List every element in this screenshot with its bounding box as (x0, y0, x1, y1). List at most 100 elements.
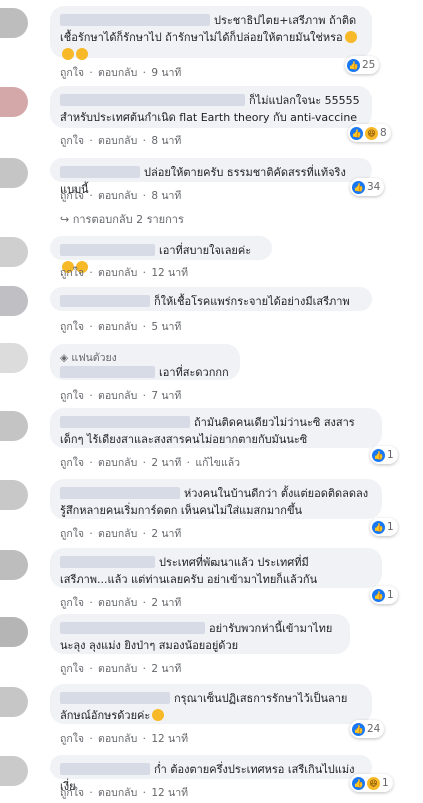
comment-bubble: ถ้ามันติดคนเดียวไม่ว่านะซิ สงสารเด็กๆ ไร… (50, 408, 382, 448)
like-link[interactable]: ถูกใจ (60, 390, 84, 402)
edited-label[interactable]: แก้ไขแล้ว (195, 457, 240, 469)
avatar[interactable] (0, 286, 28, 316)
reaction-count[interactable]: 👍 25 (345, 56, 380, 74)
redacted-username (60, 763, 150, 775)
avatar[interactable] (0, 687, 28, 717)
comment-bubble: ปล่อยให้ตายครับ ธรรมชาติคัดสรรที่แท้จริง… (50, 158, 372, 196)
reaction-count[interactable]: 👍 😆 1 (350, 774, 393, 792)
reply-link[interactable]: ตอบกลับ (98, 321, 137, 333)
reply-link[interactable]: ตอบกลับ (98, 733, 137, 745)
view-replies-link[interactable]: ↪ การตอบกลับ 2 รายการ (60, 210, 184, 228)
reply-link[interactable]: ตอบกลับ (98, 190, 137, 202)
timestamp[interactable]: 8 นาที (151, 135, 181, 147)
like-link[interactable]: ถูกใจ (60, 135, 84, 147)
like-reaction-icon: 👍 (372, 520, 385, 534)
haha-reaction-icon: 😆 (365, 126, 378, 140)
redacted-username (60, 487, 180, 499)
timestamp[interactable]: 9 นาที (151, 67, 181, 79)
reply-link[interactable]: ตอบกลับ (98, 135, 137, 147)
timestamp[interactable]: 12 นาที (151, 267, 188, 279)
comment-actions: ถูกใจ · ตอบกลับ · 2 นาที (60, 528, 182, 540)
avatar[interactable] (0, 343, 28, 373)
like-link[interactable]: ถูกใจ (60, 597, 84, 609)
emoji-icon (76, 48, 88, 60)
timestamp[interactable]: 2 นาที (151, 663, 181, 675)
like-link[interactable]: ถูกใจ (60, 267, 84, 279)
like-reaction-icon: 👍 (350, 126, 363, 140)
avatar[interactable] (0, 87, 28, 117)
like-reaction-icon: 👍 (352, 776, 365, 790)
comment-actions: ถูกใจ · ตอบกลับ · 7 นาที (60, 390, 182, 402)
timestamp[interactable]: 7 นาที (151, 390, 181, 402)
avatar[interactable] (0, 411, 28, 441)
comment-bubble: ก็ให้เชื้อโรคแพร่กระจายได้อย่างมีเสรีภาพ (50, 287, 372, 311)
like-reaction-icon: 👍 (347, 58, 360, 72)
avatar[interactable] (0, 617, 28, 647)
like-link[interactable]: ถูกใจ (60, 190, 84, 202)
avatar[interactable] (0, 8, 28, 38)
reply-link[interactable]: ตอบกลับ (98, 457, 137, 469)
reply-arrow-icon: ↪ (60, 213, 73, 226)
comment-bubble: เอาที่สะดวกกก (50, 358, 240, 382)
comment-actions: ถูกใจ · ตอบกลับ · 2 นาที · แก้ไขแล้ว (60, 457, 241, 469)
reaction-count[interactable]: 👍 1 (370, 518, 398, 536)
avatar[interactable] (0, 480, 28, 510)
reply-link[interactable]: ตอบกลับ (98, 267, 137, 279)
like-reaction-icon: 👍 (352, 722, 365, 736)
reply-link[interactable]: ตอบกลับ (98, 528, 137, 540)
comment-bubble: เอาที่สบายใจเลยค่ะ (50, 236, 272, 273)
comment-actions: ถูกใจ · ตอบกลับ · 8 นาที (60, 190, 182, 202)
comment-actions: ถูกใจ · ตอบกลับ · 8 นาที (60, 135, 182, 147)
timestamp[interactable]: 12 นาที (151, 787, 188, 799)
redacted-username (60, 295, 150, 307)
like-link[interactable]: ถูกใจ (60, 733, 84, 745)
comment-actions: ถูกใจ · ตอบกลับ · 12 นาที (60, 733, 189, 745)
timestamp[interactable]: 2 นาที (151, 528, 181, 540)
comment-bubble: ประชาธิปไตย+เสรีภาพ ถ้าติดเชื้อรักษาได้ก… (50, 6, 372, 60)
timestamp[interactable]: 5 นาที (151, 321, 181, 333)
like-reaction-icon: 👍 (372, 588, 385, 602)
like-reaction-icon: 👍 (372, 448, 385, 462)
comment-actions: ถูกใจ · ตอบกลับ · 5 นาที (60, 321, 182, 333)
avatar[interactable] (0, 237, 28, 267)
comment-bubble: ก็ไม่แปลกใจนะ 55555 สำหรับประเทศต้นกำเนิ… (50, 86, 372, 128)
comment-actions: ถูกใจ · ตอบกลับ · 9 นาที (60, 67, 182, 79)
redacted-username (60, 166, 140, 178)
reaction-count[interactable]: 👍 1 (370, 446, 398, 464)
redacted-username (60, 622, 205, 634)
comment-actions: ถูกใจ · ตอบกลับ · 12 นาที (60, 267, 189, 279)
reaction-count[interactable]: 👍 34 (350, 178, 385, 196)
reply-link[interactable]: ตอบกลับ (98, 787, 137, 799)
reaction-count[interactable]: 👍 24 (350, 720, 385, 738)
reply-link[interactable]: ตอบกลับ (98, 663, 137, 675)
like-link[interactable]: ถูกใจ (60, 321, 84, 333)
comment-bubble: ห่วงคนในบ้านดีกว่า ตั้งแต่ยอดติดลดลง รู้… (50, 479, 382, 519)
redacted-username (60, 416, 190, 428)
comment-bubble: ประเทศที่พัฒนาแล้ว ประเทศที่มีเสรีภาพ...… (50, 548, 382, 588)
like-link[interactable]: ถูกใจ (60, 457, 84, 469)
like-link[interactable]: ถูกใจ (60, 663, 84, 675)
reaction-count[interactable]: 👍 😆 8 (348, 124, 391, 142)
emoji-icon (62, 48, 74, 60)
avatar[interactable] (0, 550, 28, 580)
comment-bubble: กรุณาเซ็นปฏิเสธการรักษาไว้เป็นลายลักษณ์อ… (50, 684, 372, 724)
comment-actions: ถูกใจ · ตอบกลับ · 2 นาที (60, 597, 182, 609)
emoji-icon (344, 31, 357, 43)
avatar[interactable] (0, 158, 28, 188)
avatar[interactable] (0, 756, 28, 786)
timestamp[interactable]: 8 นาที (151, 190, 181, 202)
timestamp[interactable]: 2 นาที (151, 597, 181, 609)
reaction-count[interactable]: 👍 1 (370, 586, 398, 604)
reply-link[interactable]: ตอบกลับ (98, 597, 137, 609)
redacted-username (60, 244, 155, 256)
reply-link[interactable]: ตอบกลับ (98, 390, 137, 402)
timestamp[interactable]: 2 นาที (151, 457, 181, 469)
comment-bubble: อย่ารับพวกห่านี้เข้ามาไทยนะลุง ลุงแม่ง ย… (50, 614, 350, 654)
like-reaction-icon: 👍 (352, 180, 365, 194)
like-link[interactable]: ถูกใจ (60, 787, 84, 799)
comment-text: เอาที่สะดวกกก (159, 366, 229, 379)
timestamp[interactable]: 12 นาที (151, 733, 188, 745)
like-link[interactable]: ถูกใจ (60, 67, 84, 79)
reply-link[interactable]: ตอบกลับ (98, 67, 137, 79)
like-link[interactable]: ถูกใจ (60, 528, 84, 540)
